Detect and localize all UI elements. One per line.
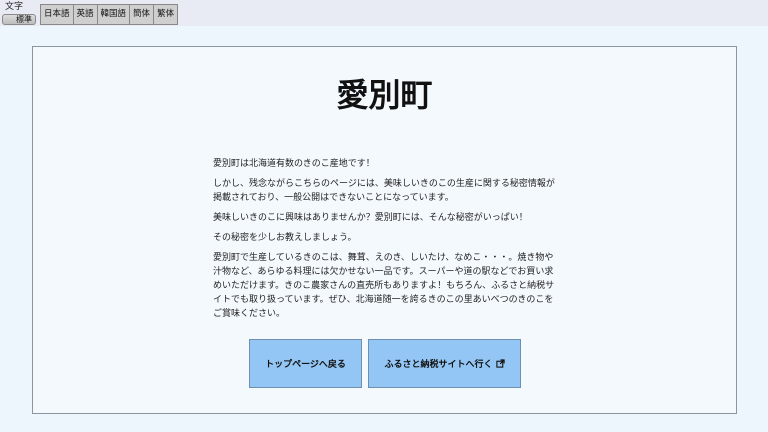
back-to-top-label: トップページへ戻る — [265, 360, 346, 370]
lang-tab-korean[interactable]: 韓国語 — [96, 4, 131, 25]
lang-tab-traditional-chinese[interactable]: 繁体 — [153, 4, 179, 25]
paragraph: 愛別町で生産しているきのこは、舞茸、えのき、しいたけ、なめこ・・・。焼き物や汁物… — [213, 253, 555, 319]
text-size-group: 文字 標準 — [2, 1, 36, 25]
text-size-standard-button[interactable]: 標準 — [2, 14, 36, 25]
top-toolbar: 文字 標準 日本語 英語 韓国語 簡体 繁体 — [0, 0, 768, 26]
furusato-tax-label: ふるさと納税サイトへ行く — [384, 360, 493, 370]
content-panel: 愛別町 愛別町は北海道有数のきのこ産地です！ しかし、残念ながらこちらのページに… — [32, 46, 737, 414]
language-tabs: 日本語 英語 韓国語 簡体 繁体 — [40, 4, 179, 25]
paragraph: しかし、残念ながらこちらのページには、美味しいきのこの生産に関する秘密情報が掲載… — [213, 179, 555, 203]
paragraph: その秘密を少しお教えしましょう。 — [213, 233, 357, 243]
lang-tab-japanese[interactable]: 日本語 — [40, 4, 74, 25]
external-link-icon — [495, 359, 505, 368]
text-size-label: 文字 — [5, 2, 24, 12]
back-to-top-button[interactable]: トップページへ戻る — [249, 339, 362, 388]
body-text: 愛別町は北海道有数のきのこ産地です！ しかし、残念ながらこちらのページには、美味… — [213, 157, 557, 327]
paragraph: 美味しいきのこに興味はありませんか？愛別町には、そんな秘密がいっぱい！ — [213, 213, 528, 223]
lang-tab-english[interactable]: 英語 — [72, 4, 98, 25]
furusato-tax-button[interactable]: ふるさと納税サイトへ行く — [368, 339, 521, 388]
paragraph: 愛別町は北海道有数のきのこ産地です！ — [213, 159, 375, 169]
lang-tab-simplified-chinese[interactable]: 簡体 — [129, 4, 155, 25]
page-title: 愛別町 — [336, 76, 433, 114]
